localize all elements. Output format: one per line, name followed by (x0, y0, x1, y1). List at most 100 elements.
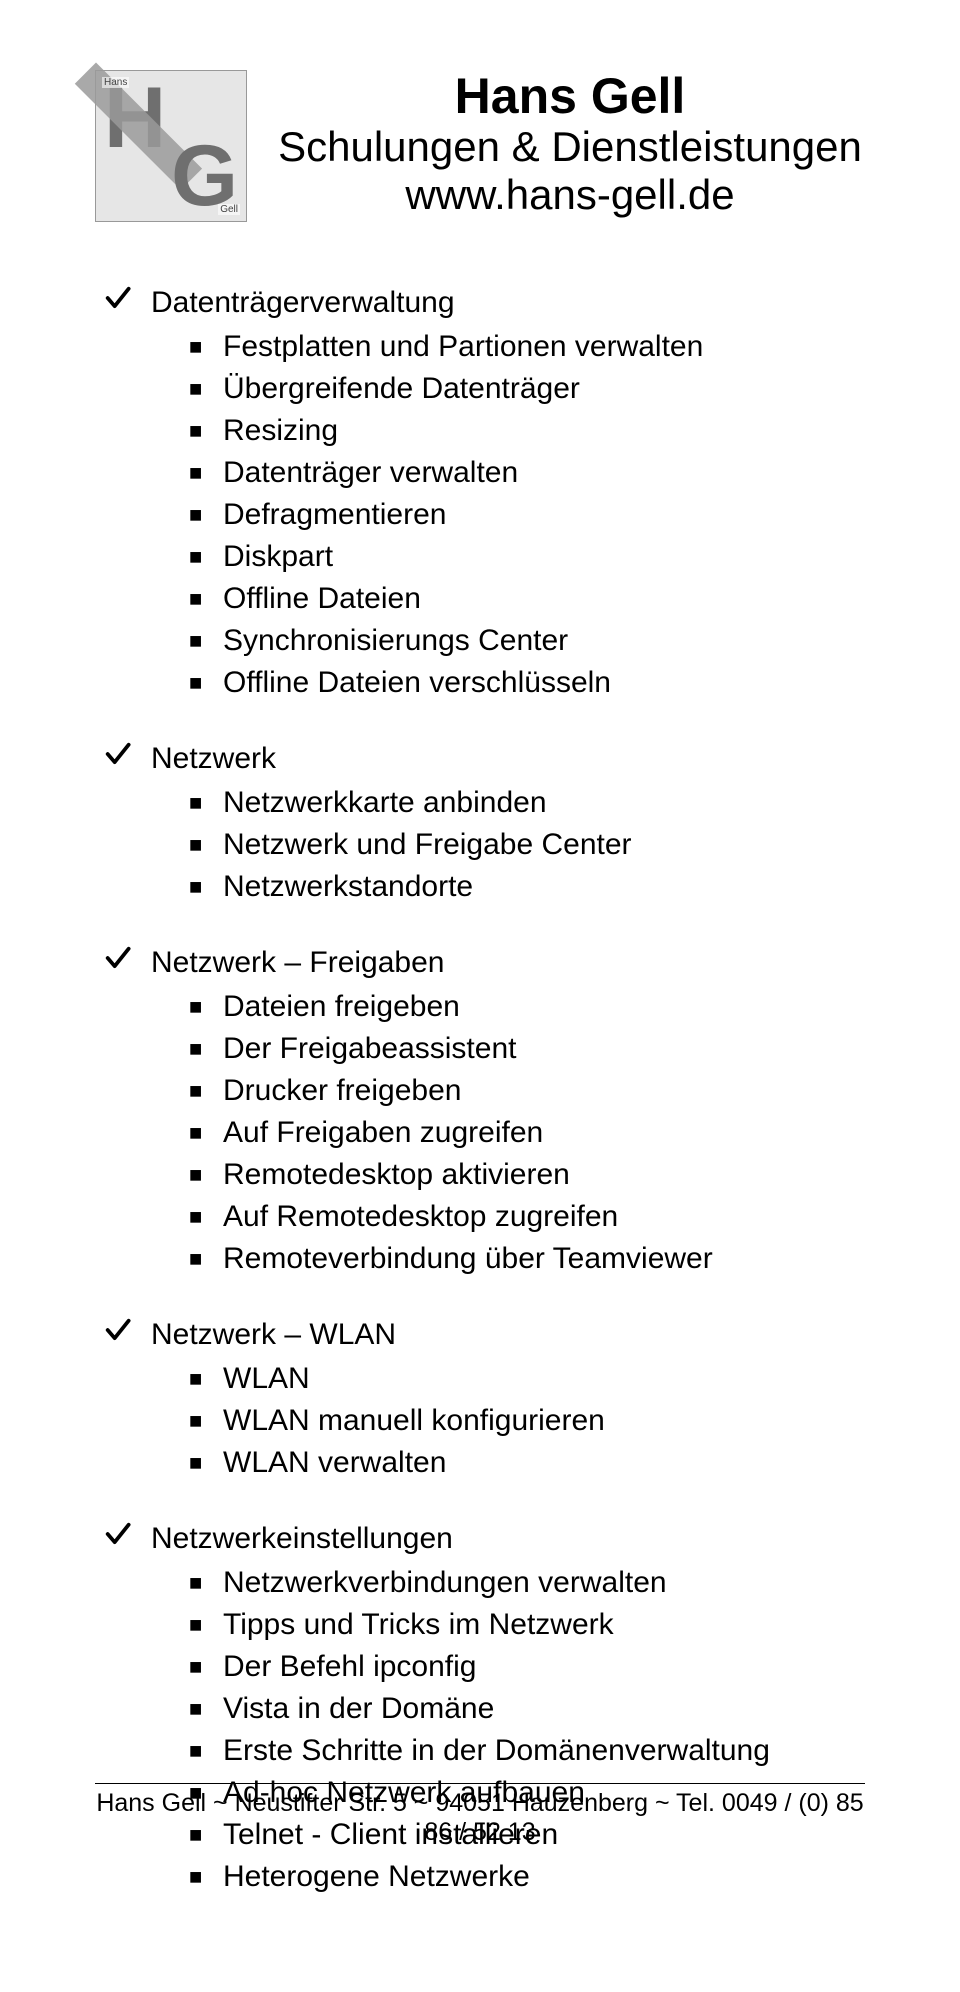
list-item-label: Tipps und Tricks im Netzwerk (223, 1604, 614, 1646)
square-bullet-icon: ■ (189, 1568, 209, 1599)
list-item: ■ WLAN (95, 1358, 865, 1400)
section: Datenträgerverwaltung ■ Festplatten und Pa… (95, 282, 865, 704)
list-item-label: Netzwerkverbindungen verwalten (223, 1562, 667, 1604)
list-item-label: Offline Dateien (223, 578, 421, 620)
list-item: ■ WLAN manuell konfigurieren (95, 1400, 865, 1442)
section-title-row: Datenträgerverwaltung (95, 282, 865, 324)
list-item-label: Resizing (223, 410, 338, 452)
square-bullet-icon: ■ (189, 1160, 209, 1191)
list-item: ■Netzwerk und Freigabe Center (95, 824, 865, 866)
square-bullet-icon: ■ (189, 788, 209, 819)
list-item-label: WLAN manuell konfigurieren (223, 1400, 605, 1442)
list-item-label: Defragmentieren (223, 494, 446, 536)
list-item: ■ Resizing (95, 410, 865, 452)
check-icon (103, 284, 137, 312)
list-item-label: Datenträger verwalten (223, 452, 518, 494)
list-item: ■ Offline Dateien verschlüsseln (95, 662, 865, 704)
list-item-label: Erste Schritte in der Domänenverwaltung (223, 1730, 770, 1772)
list-item: ■ Netzwerkverbindungen verwalten (95, 1562, 865, 1604)
title-main: Hans Gell (275, 70, 865, 123)
title-block: Hans Gell Schulungen & Dienstleistungen … (275, 70, 865, 219)
list-item-label: Synchronisierungs Center (223, 620, 568, 662)
section-title-row: Netzwerk – Freigaben (95, 942, 865, 984)
page: H G Hans Gell Hans Gell Schulungen & Die… (0, 0, 960, 1992)
square-bullet-icon: ■ (189, 500, 209, 531)
section-title-row: Netzwerkeinstellungen (95, 1518, 865, 1560)
list-item-label: Vista in der Domäne (223, 1688, 494, 1730)
list-item: ■Der Befehl ipconfig (95, 1646, 865, 1688)
logo-label-hans: Hans (102, 77, 129, 88)
list-item-label: Auf Remotedesktop zugreifen (223, 1196, 618, 1238)
title-url: www.hans-gell.de (275, 171, 865, 219)
check-icon (103, 1316, 137, 1344)
square-bullet-icon: ■ (189, 830, 209, 861)
square-bullet-icon: ■ (189, 668, 209, 699)
square-bullet-icon: ■ (189, 1448, 209, 1479)
square-bullet-icon: ■ (189, 416, 209, 447)
square-bullet-icon: ■ (189, 1202, 209, 1233)
list-item-label: Offline Dateien verschlüsseln (223, 662, 611, 704)
list-item: ■ Übergreifende Datenträger (95, 368, 865, 410)
list-item-label: Auf Freigaben zugreifen (223, 1112, 543, 1154)
check-icon (103, 944, 137, 972)
content-body: Datenträgerverwaltung ■ Festplatten und Pa… (95, 282, 865, 1898)
square-bullet-icon: ■ (189, 1364, 209, 1395)
square-bullet-icon: ■ (189, 332, 209, 363)
square-bullet-icon: ■ (189, 458, 209, 489)
list-item: ■Netzwerkkarte anbinden (95, 782, 865, 824)
list-item: ■ Diskpart (95, 536, 865, 578)
list-item: ■Netzwerkstandorte (95, 866, 865, 908)
square-bullet-icon: ■ (189, 1862, 209, 1893)
title-subtitle: Schulungen & Dienstleistungen (275, 123, 865, 171)
section-title: Netzwerkeinstellungen (151, 1518, 453, 1560)
section: Netzwerk■Netzwerkkarte anbinden■Netzwerk… (95, 738, 865, 908)
square-bullet-icon: ■ (189, 992, 209, 1023)
list-item: ■ Defragmentieren (95, 494, 865, 536)
square-bullet-icon: ■ (189, 1736, 209, 1767)
section: Netzwerk – Freigaben ■ Dateien freigeben ■ D… (95, 942, 865, 1280)
list-item-label: Dateien freigeben (223, 986, 460, 1028)
list-item-label: Netzwerkstandorte (223, 866, 473, 908)
list-item: ■ Auf Freigaben zugreifen (95, 1112, 865, 1154)
list-item: ■ Drucker freigeben (95, 1070, 865, 1112)
square-bullet-icon: ■ (189, 1406, 209, 1437)
list-item-label: Drucker freigeben (223, 1070, 461, 1112)
list-item: ■ Synchronisierungs Center (95, 620, 865, 662)
list-item-label: WLAN verwalten (223, 1442, 446, 1484)
section-title-row: Netzwerk – WLAN (95, 1314, 865, 1356)
list-item: ■ Remotedesktop aktivieren (95, 1154, 865, 1196)
square-bullet-icon: ■ (189, 1076, 209, 1107)
list-item-label: WLAN (223, 1358, 310, 1400)
square-bullet-icon: ■ (189, 542, 209, 573)
square-bullet-icon: ■ (189, 1034, 209, 1065)
section: Netzwerk – WLAN ■ WLAN ■ WLAN manuell konfig… (95, 1314, 865, 1484)
square-bullet-icon: ■ (189, 1118, 209, 1149)
list-item-label: Übergreifende Datenträger (223, 368, 580, 410)
check-icon (103, 1520, 137, 1548)
section-title-row: Netzwerk (95, 738, 865, 780)
list-item: ■ Tipps und Tricks im Netzwerk (95, 1604, 865, 1646)
logo-label-gell: Gell (218, 204, 240, 215)
square-bullet-icon: ■ (189, 374, 209, 405)
list-item: ■ Dateien freigeben (95, 986, 865, 1028)
square-bullet-icon: ■ (189, 584, 209, 615)
list-item: ■ Datenträger verwalten (95, 452, 865, 494)
list-item: ■ Auf Remotedesktop zugreifen (95, 1196, 865, 1238)
list-item: ■Remoteverbindung über Teamviewer (95, 1238, 865, 1280)
section-title: Netzwerk – Freigaben (151, 942, 444, 984)
square-bullet-icon: ■ (189, 1610, 209, 1641)
square-bullet-icon: ■ (189, 1694, 209, 1725)
square-bullet-icon: ■ (189, 1652, 209, 1683)
list-item: ■ WLAN verwalten (95, 1442, 865, 1484)
list-item-label: Diskpart (223, 536, 333, 578)
check-icon (103, 740, 137, 768)
list-item-label: Remotedesktop aktivieren (223, 1154, 570, 1196)
section-title: Netzwerk (151, 738, 276, 780)
list-item-label: Remoteverbindung über Teamviewer (223, 1238, 713, 1280)
list-item-label: Festplatten und Partionen verwalten (223, 326, 703, 368)
list-item-label: Der Freigabeassistent (223, 1028, 516, 1070)
footer: Hans Gell ~ Neustifter Str. 5 ~ 94051 Ha… (95, 1783, 865, 1847)
list-item: ■ Festplatten und Partionen verwalten (95, 326, 865, 368)
list-item: ■ Offline Dateien (95, 578, 865, 620)
square-bullet-icon: ■ (189, 626, 209, 657)
